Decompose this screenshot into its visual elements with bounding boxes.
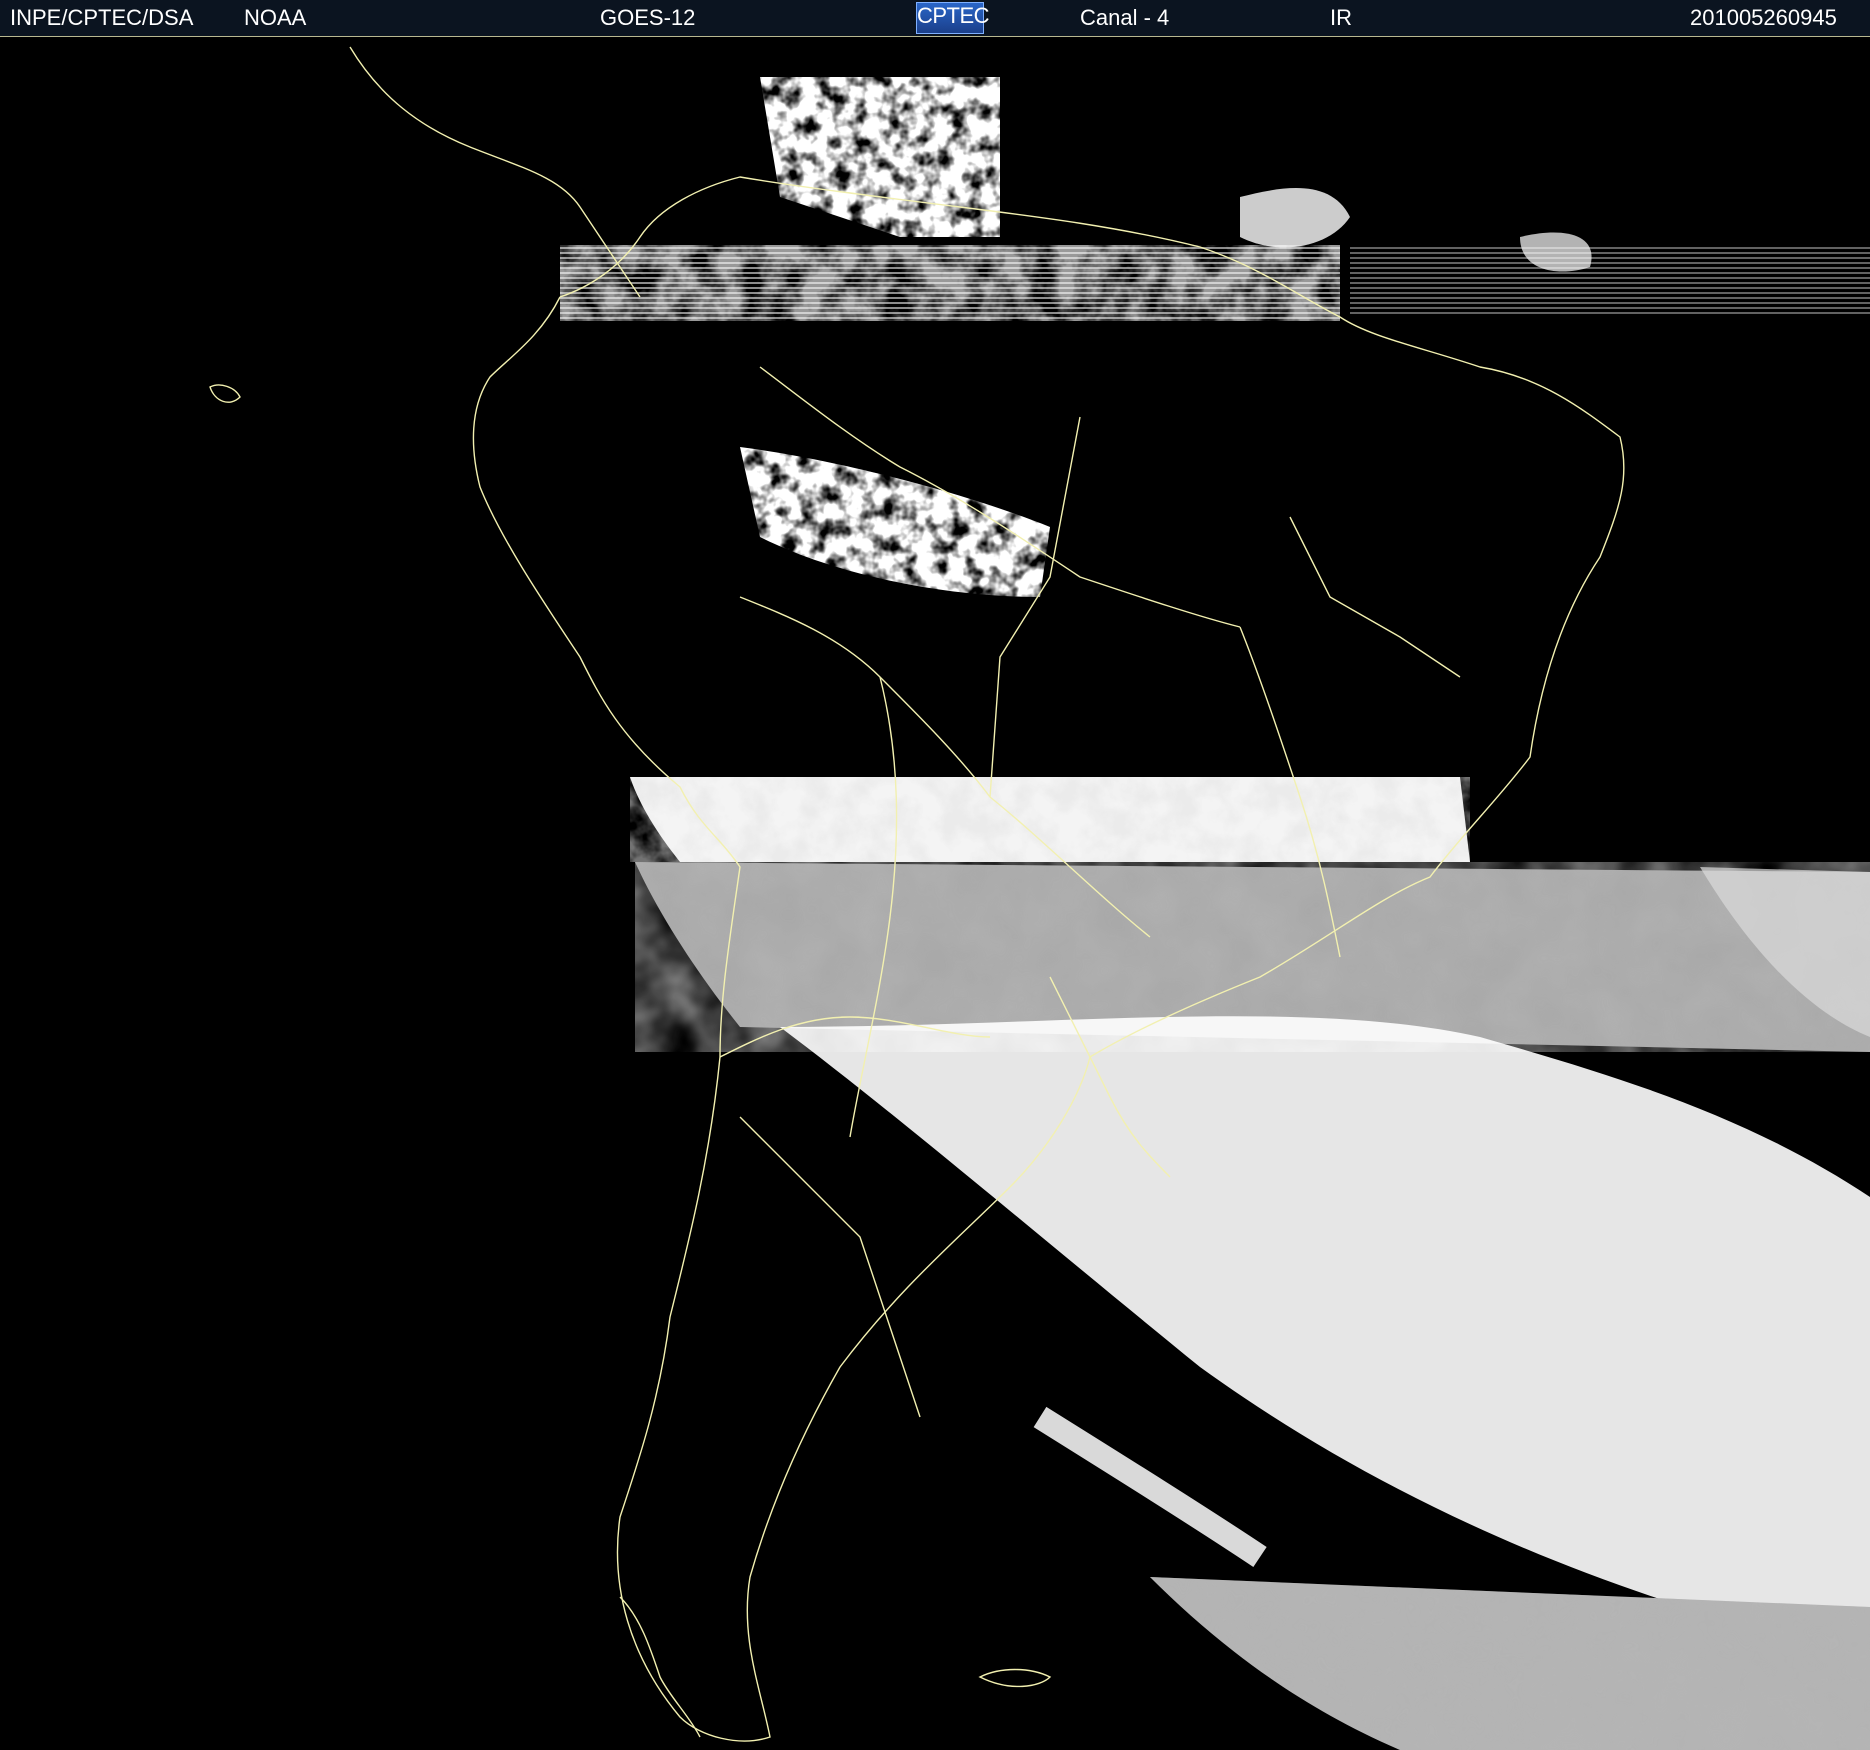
scan-band-north — [560, 245, 1870, 321]
band-label: IR — [1330, 5, 1352, 30]
agency-label: INPE/CPTEC/DSA — [10, 5, 194, 30]
provider-label: NOAA — [244, 5, 307, 30]
timestamp-label: 201005260945 — [1690, 5, 1837, 30]
satellite-label: GOES-12 — [600, 5, 696, 30]
cptec-logo: CPTEC — [916, 2, 990, 34]
image-header: INPE/CPTEC/DSA NOAA GOES-12 CPTEC Canal … — [0, 0, 1870, 37]
satellite-image — [0, 37, 1870, 1750]
channel-label: Canal - 4 — [1080, 5, 1170, 30]
cptec-logo-text: CPTEC — [917, 3, 990, 28]
satellite-map — [0, 37, 1870, 1750]
